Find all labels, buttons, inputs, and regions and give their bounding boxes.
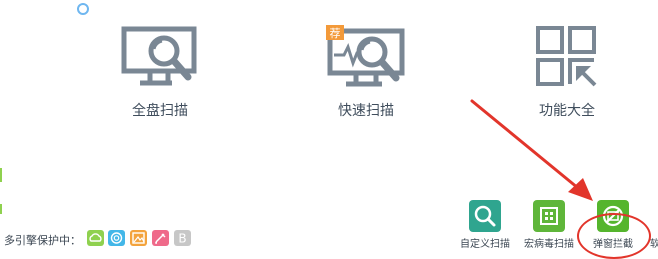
pen-engine-icon[interactable] (152, 230, 169, 246)
edge-marker (0, 204, 2, 214)
quick-scan-label: 快速扫描 (338, 103, 394, 119)
full-scan-label: 全盘扫描 (132, 103, 188, 119)
spiral-engine-icon[interactable] (108, 230, 125, 246)
monitor-search-icon (121, 26, 197, 86)
monitor-pulse-search-icon: 荐 (326, 25, 405, 87)
edge-marker (0, 168, 2, 182)
all-functions-button[interactable]: 功能大全 (517, 25, 617, 123)
full-scan-button[interactable]: 全盘扫描 (110, 25, 210, 123)
b-engine-letter: B (178, 232, 186, 246)
macro-virus-scan-label: 宏病毒扫描 (524, 239, 574, 250)
macro-virus-scan-button[interactable]: 宏病毒扫描 (524, 200, 574, 251)
all-functions-label: 功能大全 (539, 103, 595, 119)
custom-scan-icon (469, 200, 501, 232)
b-engine-icon[interactable]: B (174, 230, 191, 246)
multi-engine-status-label: 多引擎保护中： (4, 234, 81, 247)
custom-scan-label: 自定义扫描 (460, 239, 510, 250)
loading-ring-icon (77, 3, 89, 15)
quick-scan-button[interactable]: 荐 快速扫描 (316, 25, 416, 123)
macro-virus-icon (533, 200, 565, 232)
grid-apps-icon (536, 26, 597, 87)
cloud-engine-icon[interactable] (87, 230, 104, 246)
recommend-badge: 荐 (330, 27, 341, 40)
highlight-circle (577, 213, 651, 259)
image-engine-icon[interactable] (130, 230, 147, 246)
custom-scan-button[interactable]: 自定义扫描 (460, 200, 510, 251)
truncated-tool-label: 软 (650, 239, 658, 250)
